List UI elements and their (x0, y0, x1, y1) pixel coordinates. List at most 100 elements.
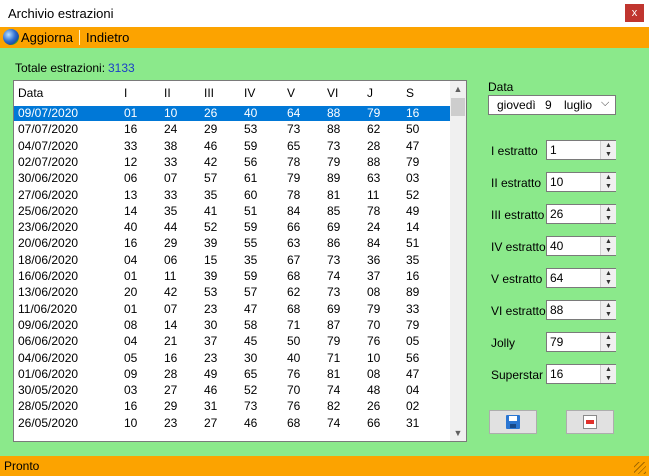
spin-up-icon[interactable]: ▲ (601, 301, 616, 310)
spin-down-icon[interactable]: ▼ (601, 182, 616, 191)
spin-down-icon[interactable]: ▼ (601, 214, 616, 223)
date-picker[interactable]: giovedì 9 luglio ⌵ (488, 95, 616, 115)
number-spinner[interactable]: 64 ▲ ▼ (546, 268, 616, 288)
table-row[interactable]: 09/06/2020 08 14 30 58 71 87 70 79 (14, 318, 450, 333)
number-spinner[interactable]: 88 ▲ ▼ (546, 300, 616, 320)
spin-down-icon[interactable]: ▼ (601, 150, 616, 159)
globe-icon[interactable] (3, 29, 19, 45)
table-row[interactable]: 18/06/2020 04 06 15 35 67 73 36 35 (14, 253, 450, 268)
spinner-value[interactable]: 79 (550, 335, 563, 349)
spinner-value[interactable]: 16 (550, 367, 563, 381)
number-spinner[interactable]: 16 ▲ ▼ (546, 364, 616, 384)
delete-button[interactable] (566, 410, 614, 434)
column-header[interactable]: Data (18, 86, 43, 101)
save-button[interactable] (489, 410, 537, 434)
table-row[interactable]: 04/06/2020 05 16 23 30 40 71 10 56 (14, 351, 450, 366)
table-row[interactable]: 02/07/2020 12 33 42 56 78 79 88 79 (14, 155, 450, 170)
close-button[interactable]: x (625, 4, 644, 22)
table-row[interactable]: 11/06/2020 01 07 23 47 68 69 79 33 (14, 302, 450, 317)
column-header[interactable]: J (367, 86, 373, 101)
spinner-value[interactable]: 1 (550, 143, 557, 157)
spinner-buttons[interactable]: ▲ ▼ (600, 173, 616, 191)
spin-down-icon[interactable]: ▼ (601, 310, 616, 319)
draws-table[interactable]: Data I II III IV V VI J S 09/07/2020 01 10 26 40 64 88… (13, 80, 467, 442)
number-cell: 06 (164, 252, 178, 267)
vertical-scrollbar[interactable]: ▲ ▼ (450, 81, 466, 441)
chevron-down-icon[interactable]: ⌵ (601, 97, 609, 110)
scroll-up-icon[interactable]: ▲ (450, 81, 466, 97)
spin-down-icon[interactable]: ▼ (601, 278, 616, 287)
number-cell: 26 (204, 106, 218, 120)
number-cell: 27 (164, 383, 178, 398)
spin-up-icon[interactable]: ▲ (601, 365, 616, 374)
scroll-down-icon[interactable]: ▼ (450, 425, 466, 441)
spinner-buttons[interactable]: ▲ ▼ (600, 365, 616, 383)
table-row[interactable]: 01/06/2020 09 28 49 65 76 81 08 47 (14, 367, 450, 382)
number-cell: 26 (367, 399, 381, 414)
resize-grip-icon[interactable] (634, 462, 646, 474)
spinner-buttons[interactable]: ▲ ▼ (600, 269, 616, 287)
table-row[interactable]: 13/06/2020 20 42 53 57 62 73 08 89 (14, 285, 450, 300)
spinner-buttons[interactable]: ▲ ▼ (600, 205, 616, 223)
number-spinner[interactable]: 79 ▲ ▼ (546, 332, 616, 352)
number-cell: 13 (124, 187, 138, 202)
status-bar: Pronto (0, 456, 649, 476)
column-header[interactable]: II (164, 86, 171, 101)
number-cell: 76 (367, 334, 381, 349)
column-header[interactable]: VI (327, 86, 338, 101)
number-spinner[interactable]: 40 ▲ ▼ (546, 236, 616, 256)
table-row[interactable]: 06/06/2020 04 21 37 45 50 79 76 05 (14, 334, 450, 349)
spin-down-icon[interactable]: ▼ (601, 342, 616, 351)
refresh-menu-item[interactable]: Aggiorna (21, 30, 73, 45)
table-row[interactable]: 30/05/2020 03 27 46 52 70 74 48 04 (14, 383, 450, 398)
number-cell: 24 (367, 220, 381, 235)
spinner-value[interactable]: 40 (550, 239, 563, 253)
table-row[interactable]: 28/05/2020 16 29 31 73 76 82 26 02 (14, 399, 450, 414)
spinner-buttons[interactable]: ▲ ▼ (600, 301, 616, 319)
table-row[interactable]: 27/06/2020 13 33 35 60 78 81 11 52 (14, 188, 450, 203)
table-row[interactable]: 26/05/2020 10 23 27 46 68 74 66 31 (14, 416, 450, 431)
table-row[interactable]: 20/06/2020 16 29 39 55 63 86 84 51 (14, 236, 450, 251)
number-spinner[interactable]: 26 ▲ ▼ (546, 204, 616, 224)
column-header[interactable]: I (124, 86, 127, 101)
table-row[interactable]: 16/06/2020 01 11 39 59 68 74 37 16 (14, 269, 450, 284)
date-cell: 04/06/2020 (18, 350, 79, 365)
back-menu-item[interactable]: Indietro (86, 30, 129, 45)
spin-up-icon[interactable]: ▲ (601, 205, 616, 214)
spinner-value[interactable]: 64 (550, 271, 563, 285)
column-header[interactable]: IV (244, 86, 255, 101)
spin-down-icon[interactable]: ▼ (601, 246, 616, 255)
number-cell: 84 (367, 236, 381, 251)
table-row[interactable]: 09/07/2020 01 10 26 40 64 88 79 16 (14, 106, 450, 121)
spinner-buttons[interactable]: ▲ ▼ (600, 141, 616, 159)
column-header[interactable]: S (406, 86, 414, 101)
number-cell: 74 (327, 415, 341, 430)
spinner-buttons[interactable]: ▲ ▼ (600, 237, 616, 255)
spinner-value[interactable]: 88 (550, 303, 563, 317)
number-spinner[interactable]: 10 ▲ ▼ (546, 172, 616, 192)
number-cell: 70 (367, 317, 381, 332)
number-cell: 29 (164, 236, 178, 251)
spin-up-icon[interactable]: ▲ (601, 141, 616, 150)
date-cell: 30/05/2020 (18, 383, 79, 398)
number-cell: 30 (244, 350, 258, 365)
spin-up-icon[interactable]: ▲ (601, 333, 616, 342)
table-row[interactable]: 30/06/2020 06 07 57 61 79 89 63 03 (14, 171, 450, 186)
table-row[interactable]: 04/07/2020 33 38 46 59 65 73 28 47 (14, 139, 450, 154)
spin-up-icon[interactable]: ▲ (601, 237, 616, 246)
spin-up-icon[interactable]: ▲ (601, 173, 616, 182)
table-row[interactable]: 07/07/2020 16 24 29 53 73 88 62 50 (14, 122, 450, 137)
scroll-thumb[interactable] (451, 98, 465, 116)
spinner-value[interactable]: 26 (550, 207, 563, 221)
table-row[interactable]: 25/06/2020 14 35 41 51 84 85 78 49 (14, 204, 450, 219)
number-spinner[interactable]: 1 ▲ ▼ (546, 140, 616, 160)
number-cell: 29 (164, 399, 178, 414)
spin-up-icon[interactable]: ▲ (601, 269, 616, 278)
column-header[interactable]: V (287, 86, 295, 101)
number-cell: 37 (367, 269, 381, 283)
spin-down-icon[interactable]: ▼ (601, 374, 616, 383)
spinner-buttons[interactable]: ▲ ▼ (600, 333, 616, 351)
spinner-value[interactable]: 10 (550, 175, 563, 189)
column-header[interactable]: III (204, 86, 214, 101)
table-row[interactable]: 23/06/2020 40 44 52 59 66 69 24 14 (14, 220, 450, 235)
